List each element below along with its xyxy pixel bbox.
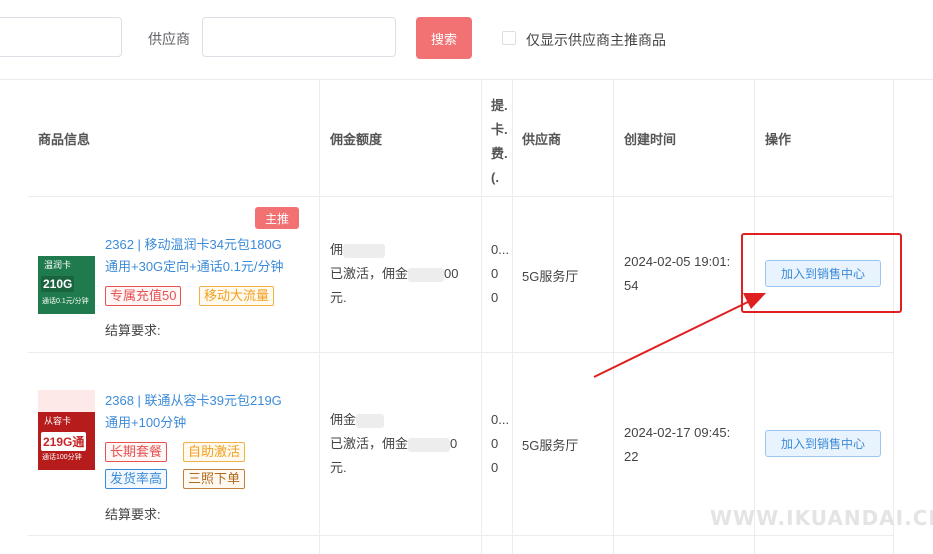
annotation-arrow (593, 293, 766, 378)
watermark: WWW.IKUANDAI.CN (710, 506, 933, 530)
arrow-shaft (593, 299, 753, 378)
arrow-head (743, 293, 766, 309)
